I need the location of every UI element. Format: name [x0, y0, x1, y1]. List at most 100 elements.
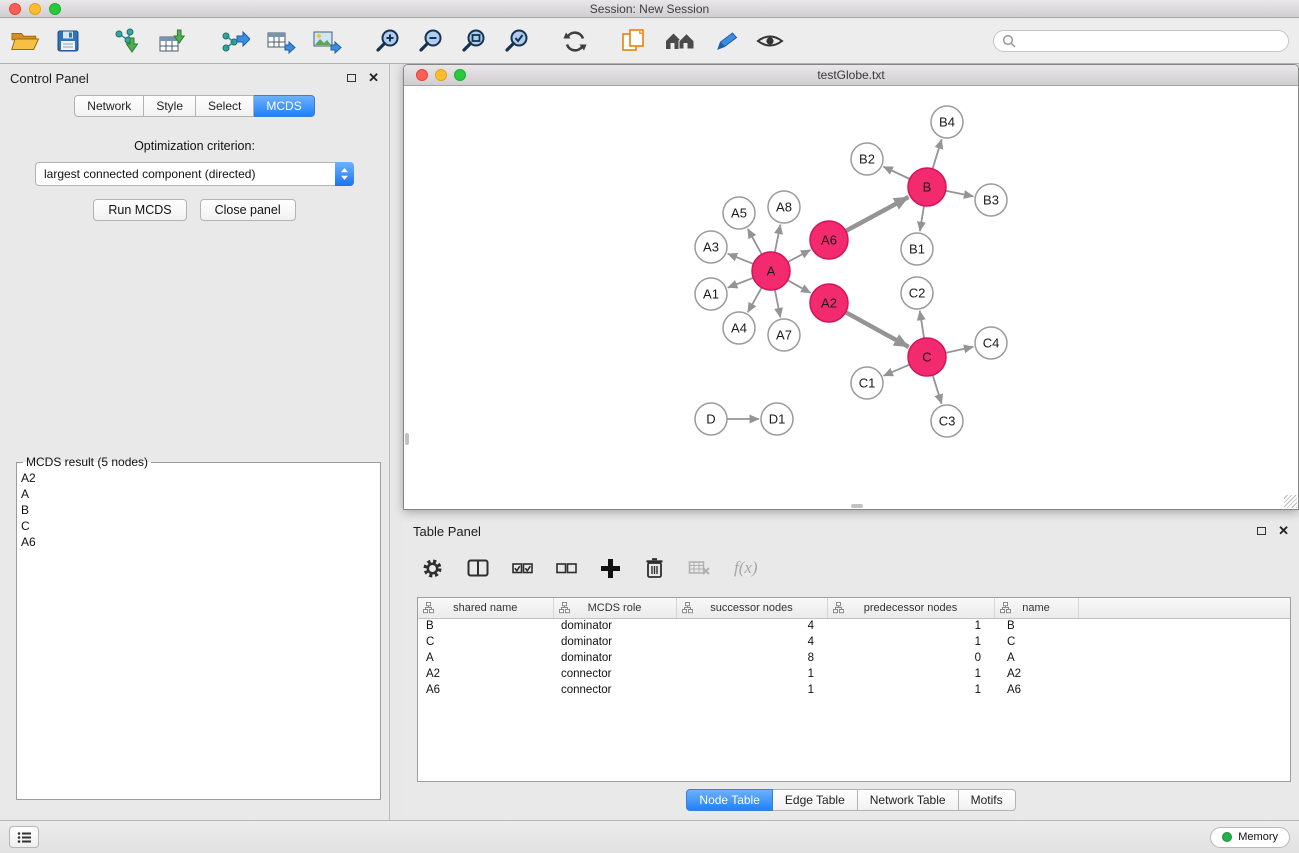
edge-A-A7[interactable] — [775, 290, 781, 318]
zoom-in-icon[interactable] — [374, 28, 401, 54]
edge-A-A4[interactable] — [748, 288, 762, 313]
edge-A2-C[interactable] — [846, 312, 909, 347]
column-header-predecessor-nodes[interactable]: predecessor nodes — [827, 598, 994, 618]
edge-A-A1[interactable] — [728, 278, 754, 288]
close-panel-button[interactable]: Close panel — [200, 199, 296, 221]
zoom-fit-icon[interactable] — [460, 28, 487, 54]
save-session-icon[interactable] — [56, 29, 80, 53]
memory-button[interactable]: Memory — [1210, 827, 1290, 848]
graph-node-C4[interactable]: C4 — [975, 327, 1007, 359]
graph-node-D1[interactable]: D1 — [761, 403, 793, 435]
edge-A6-B[interactable] — [846, 197, 909, 231]
edge-B-B4[interactable] — [933, 139, 942, 169]
horizontal-scrollbar[interactable] — [851, 504, 863, 508]
edge-A-A3[interactable] — [728, 254, 754, 264]
mcds-result-item[interactable]: B — [21, 502, 376, 518]
zoom-window-button[interactable] — [49, 3, 61, 15]
import-network-icon[interactable] — [112, 28, 142, 54]
table-tab-network-table[interactable]: Network Table — [858, 789, 959, 811]
eye-icon[interactable] — [756, 30, 784, 52]
float-table-panel-icon[interactable] — [1257, 527, 1266, 535]
graph-node-A3[interactable]: A3 — [695, 231, 727, 263]
cell-shared-name[interactable]: A — [418, 650, 553, 666]
table-row[interactable]: A2connector11A2 — [418, 666, 1290, 682]
mcds-result-item[interactable]: A2 — [21, 470, 376, 486]
edge-C-C1[interactable] — [884, 365, 910, 376]
cell-name[interactable]: A — [994, 650, 1078, 666]
cell-shared-name[interactable]: C — [418, 634, 553, 650]
column-chooser-icon[interactable] — [467, 558, 489, 578]
cell-successor-nodes[interactable]: 4 — [676, 634, 827, 650]
network-close-button[interactable] — [416, 69, 428, 81]
cell-shared-name[interactable]: B — [418, 618, 553, 634]
zoom-selected-icon[interactable] — [503, 28, 530, 54]
graph-node-A5[interactable]: A5 — [723, 197, 755, 229]
cell-MCDS-role[interactable]: dominator — [553, 650, 676, 666]
edge-B-B3[interactable] — [946, 191, 974, 197]
edge-A-A5[interactable] — [748, 229, 762, 255]
network-canvas[interactable]: B4B2BB3A5A8A6B1A3AC2A1A2A4A7C4CC1C3DD1 — [404, 87, 1298, 509]
float-panel-icon[interactable] — [347, 74, 356, 82]
cell-shared-name[interactable]: A2 — [418, 666, 553, 682]
cell-predecessor-nodes[interactable]: 1 — [827, 682, 994, 698]
run-mcds-button[interactable]: Run MCDS — [93, 199, 186, 221]
network-zoom-button[interactable] — [454, 69, 466, 81]
deselect-all-icon[interactable] — [556, 563, 577, 574]
close-window-button[interactable] — [9, 3, 21, 15]
cell-MCDS-role[interactable]: dominator — [553, 634, 676, 650]
graph-node-C1[interactable]: C1 — [851, 367, 883, 399]
close-panel-icon[interactable]: ✕ — [368, 73, 379, 83]
cell-shared-name[interactable]: A6 — [418, 682, 553, 698]
tab-network[interactable]: Network — [74, 95, 144, 117]
export-network-icon[interactable] — [220, 28, 250, 54]
add-row-icon[interactable] — [600, 558, 621, 579]
cell-predecessor-nodes[interactable]: 0 — [827, 650, 994, 666]
network-minimize-button[interactable] — [435, 69, 447, 81]
cell-predecessor-nodes[interactable]: 1 — [827, 634, 994, 650]
cell-MCDS-role[interactable]: dominator — [553, 618, 676, 634]
graph-node-A7[interactable]: A7 — [768, 319, 800, 351]
annotation-pen-icon[interactable] — [712, 29, 740, 53]
table-row[interactable]: A6connector11A6 — [418, 682, 1290, 698]
mcds-result-item[interactable]: A6 — [21, 534, 376, 550]
network-window-titlebar[interactable]: testGlobe.txt — [404, 65, 1298, 86]
export-image-icon[interactable] — [312, 28, 342, 54]
cell-name[interactable]: A6 — [994, 682, 1078, 698]
graph-node-A4[interactable]: A4 — [723, 312, 755, 344]
cell-successor-nodes[interactable]: 1 — [676, 666, 827, 682]
edge-A-A2[interactable] — [788, 280, 811, 293]
cell-name[interactable]: A2 — [994, 666, 1078, 682]
export-table-icon[interactable] — [266, 28, 296, 54]
mcds-result-item[interactable]: A — [21, 486, 376, 502]
graph-node-B2[interactable]: B2 — [851, 143, 883, 175]
graph-node-A1[interactable]: A1 — [695, 278, 727, 310]
import-table-icon[interactable] — [158, 28, 188, 54]
graph-node-B4[interactable]: B4 — [931, 106, 963, 138]
search-field[interactable] — [993, 30, 1289, 52]
graph-node-C[interactable]: C — [908, 338, 946, 376]
edge-A-A8[interactable] — [775, 225, 781, 253]
graph-node-B[interactable]: B — [908, 168, 946, 206]
graph-node-A[interactable]: A — [752, 252, 790, 290]
graph-node-A6[interactable]: A6 — [810, 221, 848, 259]
graph-node-A8[interactable]: A8 — [768, 191, 800, 223]
search-input[interactable] — [1021, 34, 1280, 48]
open-file-icon[interactable] — [10, 29, 40, 53]
edge-C-C4[interactable] — [946, 347, 974, 353]
graph-node-A2[interactable]: A2 — [810, 284, 848, 322]
table-tab-node-table[interactable]: Node Table — [686, 789, 773, 811]
gear-icon[interactable] — [421, 557, 444, 580]
close-table-panel-icon[interactable]: ✕ — [1278, 526, 1289, 536]
select-all-icon[interactable] — [512, 563, 533, 574]
show-panels-button[interactable] — [9, 826, 39, 848]
cell-name[interactable]: B — [994, 618, 1078, 634]
tab-mcds[interactable]: MCDS — [254, 95, 314, 117]
table-tab-edge-table[interactable]: Edge Table — [773, 789, 858, 811]
delete-table-icon[interactable] — [688, 559, 711, 577]
zoom-out-icon[interactable] — [417, 28, 444, 54]
fx-icon[interactable]: f(x) — [734, 558, 758, 578]
graph-node-C3[interactable]: C3 — [931, 405, 963, 437]
cell-predecessor-nodes[interactable]: 1 — [827, 666, 994, 682]
column-header-MCDS-role[interactable]: MCDS role — [553, 598, 676, 618]
resize-grip-icon[interactable] — [1284, 495, 1297, 508]
